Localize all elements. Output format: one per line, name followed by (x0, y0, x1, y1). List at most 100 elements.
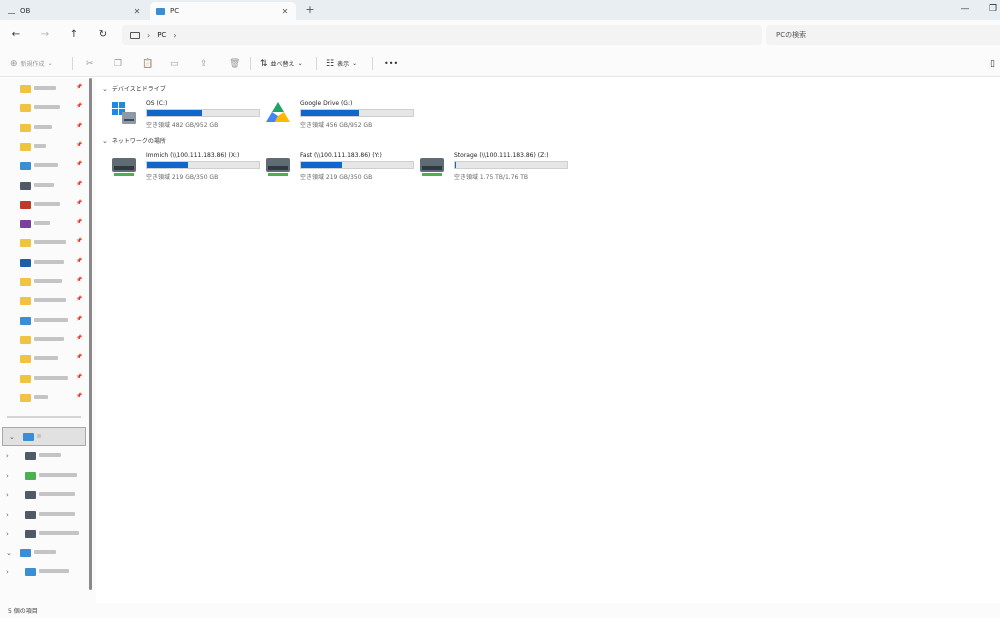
nav-item-label (34, 143, 76, 150)
sidebar-item-this-pc[interactable]: ⌄ (2, 427, 86, 446)
sort-button[interactable]: ⇅ 並べ替え ⌄ (260, 57, 303, 70)
sidebar-item-quick-access[interactable]: 📌 (0, 234, 92, 253)
sidebar-item-drive[interactable]: › (0, 525, 92, 544)
chevron-right-icon[interactable]: › (6, 568, 16, 576)
sidebar-item-quick-access[interactable]: 📌 (0, 370, 92, 389)
pin-icon: 📌 (76, 238, 83, 245)
share-button[interactable]: ⇪ (200, 57, 208, 70)
sidebar-item-quick-access[interactable]: 📌 (0, 331, 92, 350)
chevron-down-icon: ⌄ (297, 60, 303, 67)
chevron-down-icon[interactable]: ⌄ (9, 433, 19, 441)
tab-ob[interactable]: OB ✕ (2, 2, 148, 20)
folder-icon (20, 335, 31, 344)
drive-icon (25, 491, 36, 499)
drive-name: Fast (\\100.111.183.86) (Y:) (300, 152, 382, 159)
details-pane-button[interactable]: ▯ (990, 57, 995, 70)
copy-button[interactable]: ❐ (114, 57, 122, 70)
sidebar-item-quick-access[interactable]: 📌 (0, 80, 92, 99)
nav-item-label (39, 472, 81, 479)
address-bar[interactable]: › PC › (122, 25, 762, 45)
cut-button[interactable]: ✂ (86, 57, 94, 70)
network-drive-x[interactable]: Immich (\\100.111.183.86) (X:) 空き領域 219 … (110, 148, 260, 184)
paste-button[interactable]: 📋 (142, 57, 153, 70)
forward-button[interactable]: → (37, 27, 53, 43)
drive-usage-fill (455, 162, 457, 168)
sidebar-item-quick-access[interactable]: 📌 (0, 177, 92, 196)
chevron-right-icon[interactable]: › (6, 511, 16, 519)
sidebar-item-drive[interactable]: › (0, 467, 92, 486)
tab-pc[interactable]: PC ✕ (150, 2, 296, 20)
rename-button[interactable]: ▭ (170, 57, 179, 70)
chevron-down-icon[interactable]: ⌄ (6, 549, 16, 557)
sidebar-item-quick-access[interactable]: 📌 (0, 273, 92, 292)
sidebar-item-quick-access[interactable]: 📌 (0, 99, 92, 118)
sidebar-item-drive[interactable]: › (0, 506, 92, 525)
drive-os-c[interactable]: OS (C:) 空き領域 482 GB/952 GB (110, 96, 260, 132)
drive-free-space: 空き領域 219 GB/350 GB (146, 174, 219, 181)
drive-usage-bar (300, 161, 414, 169)
sidebar-item-quick-access[interactable]: 📌 (0, 350, 92, 369)
google-drive-icon (266, 102, 290, 122)
folder-icon (20, 104, 31, 113)
sidebar-item-quick-access[interactable]: 📌 (0, 215, 92, 234)
network-drive-y[interactable]: Fast (\\100.111.183.86) (Y:) 空き領域 219 GB… (264, 148, 414, 184)
close-tab-icon[interactable]: ✕ (280, 7, 290, 16)
drive-icon (25, 530, 36, 538)
rename-icon: ▭ (170, 58, 179, 69)
view-button[interactable]: ☷ 表示 ⌄ (326, 57, 357, 70)
drive-google-g[interactable]: Google Drive (G:) 空き領域 456 GB/952 GB (264, 96, 414, 132)
sidebar-item-quick-access[interactable]: 📌 (0, 389, 92, 408)
drive-name: OS (C:) (146, 100, 168, 107)
chevron-right-icon[interactable]: › (6, 491, 16, 499)
back-button[interactable]: ← (8, 27, 24, 43)
chevron-right-icon[interactable]: › (6, 530, 16, 538)
network-group-header[interactable]: ⌄ ネットワークの場所 (102, 136, 166, 146)
sidebar-item-network[interactable]: ⌄ (0, 544, 92, 563)
navigation-scrollbar[interactable] (89, 78, 92, 590)
chevron-down-icon: ⌄ (102, 136, 108, 145)
search-input[interactable]: PCの検索 (766, 25, 1000, 45)
sidebar-item-drive[interactable]: › (0, 447, 92, 466)
sidebar-item-quick-access[interactable]: 📌 (0, 157, 92, 176)
refresh-button[interactable]: ↻ (95, 27, 111, 43)
sidebar-item-quick-access[interactable]: 📌 (0, 254, 92, 273)
drive-usage-bar (454, 161, 568, 169)
minimize-button[interactable]: — (958, 2, 972, 16)
nav-item-label (39, 568, 81, 575)
nav-item-label (34, 124, 76, 131)
pin-icon: 📌 (76, 334, 83, 341)
network-drive-icon (112, 158, 136, 176)
divider (72, 57, 73, 70)
chevron-down-icon: ⌄ (47, 60, 53, 67)
pin-icon: 📌 (76, 199, 83, 206)
delete-button[interactable]: 🗑 (229, 57, 240, 70)
folder-icon (20, 393, 31, 402)
chevron-right-icon[interactable]: › (6, 452, 16, 460)
sidebar-item-quick-access[interactable]: 📌 (0, 292, 92, 311)
sidebar-item-quick-access[interactable]: 📌 (0, 138, 92, 157)
nav-item-label (34, 259, 76, 266)
scissors-icon: ✂ (86, 58, 94, 69)
close-tab-icon[interactable]: ✕ (132, 7, 142, 16)
pin-icon: 📌 (76, 392, 83, 399)
plus-icon: ⊕ (10, 58, 18, 69)
network-drive-z[interactable]: Storage (\\100.111.183.86) (Z:) 空き領域 1.7… (418, 148, 568, 184)
pin-icon: 📌 (76, 161, 83, 168)
breadcrumb-separator: › (147, 30, 151, 40)
devices-group-header[interactable]: ⌄ デバイスとドライブ (102, 84, 166, 94)
more-button[interactable]: ••• (384, 57, 398, 70)
maximize-button[interactable]: ❐ (986, 2, 1000, 16)
sidebar-item-quick-access[interactable]: 📌 (0, 196, 92, 215)
sidebar-item-quick-access[interactable]: 📌 (0, 119, 92, 138)
up-button[interactable]: ↑ (66, 27, 82, 43)
network-header-label: ネットワークの場所 (111, 138, 166, 145)
breadcrumb-separator[interactable]: › (173, 31, 176, 40)
sidebar-item-drive[interactable]: › (0, 486, 92, 505)
new-button[interactable]: ⊕ 新規作成 ⌄ (10, 57, 53, 70)
sidebar-item-quick-access[interactable]: 📌 (0, 312, 92, 331)
sidebar-item-network-computer[interactable]: › (0, 563, 92, 582)
drive-name: Storage (\\100.111.183.86) (Z:) (454, 152, 549, 159)
breadcrumb-pc[interactable]: PC (157, 31, 166, 39)
chevron-right-icon[interactable]: › (6, 472, 16, 480)
new-tab-button[interactable]: + (302, 2, 318, 18)
